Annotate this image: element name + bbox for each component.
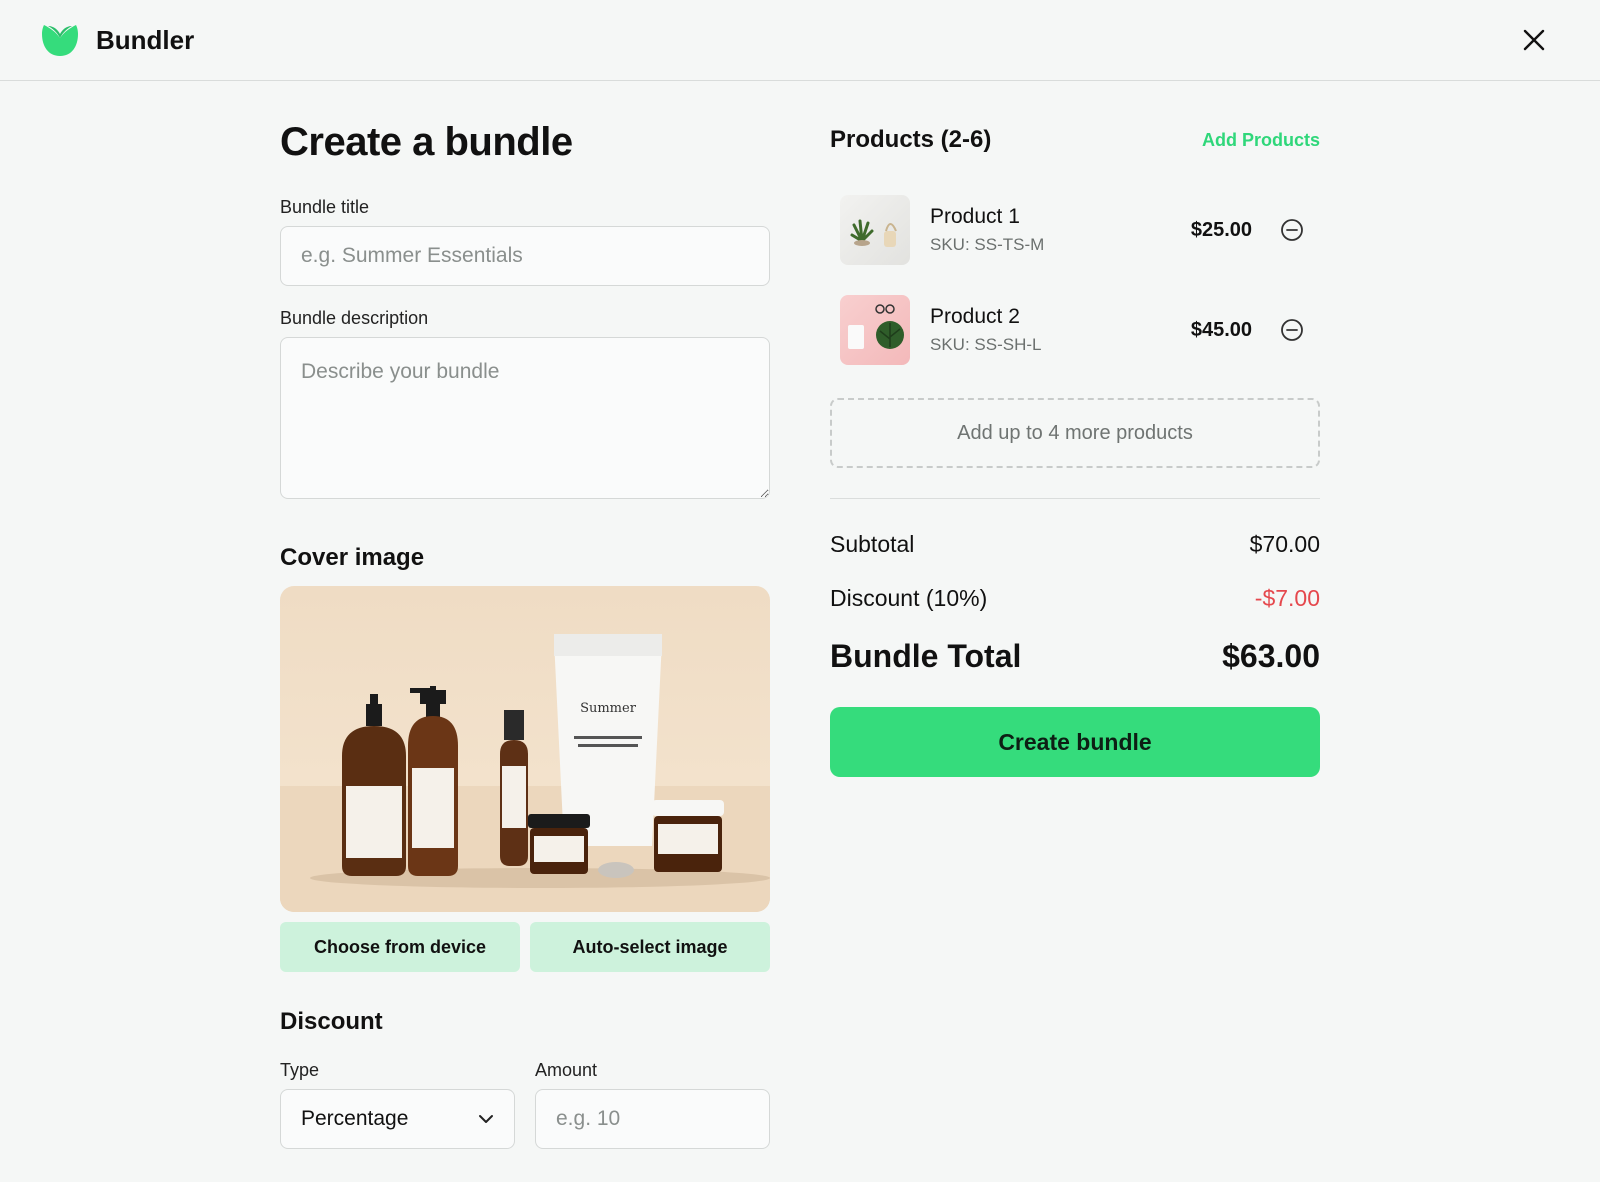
chevron-down-icon — [479, 1115, 493, 1123]
app-name: Bundler — [96, 24, 195, 55]
discount-type-field: Type Percentage — [280, 1060, 515, 1149]
discount-amount-field: Amount — [535, 1060, 770, 1149]
top-bar: Bundler — [0, 0, 1600, 81]
remove-circle-icon[interactable] — [1280, 318, 1304, 342]
discount-type-value: Percentage — [301, 1107, 409, 1130]
discount-row: Discount (10%) -$7.00 — [830, 583, 1320, 613]
product-info: Product 2 SKU: SS-SH-L — [930, 305, 1191, 355]
auto-select-image-button[interactable]: Auto-select image — [530, 922, 770, 972]
close-icon — [1523, 29, 1545, 51]
cover-image-title: Cover image — [280, 544, 425, 571]
product-row: Product 2 SKU: SS-SH-L $45.00 — [830, 280, 1320, 380]
bundle-form: Create a bundle Bundle title Bundle desc… — [280, 120, 770, 1149]
bundle-title-input[interactable] — [280, 226, 770, 286]
page-title: Create a bundle — [280, 120, 573, 164]
products-title: Products (2-6) — [830, 126, 992, 153]
subtotal-row: Subtotal $70.00 — [830, 529, 1320, 559]
add-products-link[interactable]: Add Products — [1202, 130, 1320, 151]
bundle-total-value: $63.00 — [1222, 637, 1320, 674]
discount-amount-label: Amount — [535, 1060, 598, 1080]
product-sku: SKU: SS-TS-M — [930, 235, 1045, 254]
product-name: Product 1 — [930, 205, 1020, 228]
product-sku: SKU: SS-SH-L — [930, 335, 1042, 354]
remove-circle-icon[interactable] — [1280, 218, 1304, 242]
products-header: Products (2-6) Add Products — [830, 120, 1320, 160]
bundle-description-input[interactable] — [280, 337, 770, 499]
product-price: $45.00 — [1190, 318, 1252, 341]
add-more-products-dropzone[interactable]: Add up to 4 more products — [830, 398, 1320, 468]
product-thumbnail — [840, 295, 910, 365]
cover-image-illustration: Summer — [280, 634, 770, 912]
cover-image-actions: Choose from device Auto-select image — [280, 922, 770, 972]
bundle-title-label: Bundle title — [280, 197, 370, 217]
total-row: Bundle Total $63.00 — [830, 635, 1320, 677]
choose-from-device-button[interactable]: Choose from device — [280, 922, 520, 972]
product-2-image — [848, 304, 904, 349]
leaf-logo-icon — [42, 25, 78, 56]
create-bundle-button[interactable]: Create bundle — [830, 707, 1320, 777]
brand: Bundler — [40, 22, 194, 58]
discount-title: Discount — [280, 1008, 383, 1035]
products-panel: Products (2-6) Add Products Product 1 SK… — [830, 120, 1320, 777]
discount-fields: Type Percentage Amount — [280, 1060, 770, 1149]
discount-type-label: Type — [280, 1060, 320, 1080]
discount-amount-input[interactable] — [535, 1089, 770, 1149]
subtotal-value: $70.00 — [1249, 530, 1320, 557]
product-thumbnail — [840, 195, 910, 265]
product-1-image — [850, 219, 897, 247]
bundle-description-label: Bundle description — [280, 308, 429, 328]
discount-value: -$7.00 — [1254, 584, 1320, 611]
discount-type-select[interactable]: Percentage — [280, 1089, 515, 1149]
bundle-total-label: Bundle Total — [830, 637, 1022, 674]
svg-text:Summer: Summer — [580, 701, 637, 716]
close-button[interactable] — [1516, 22, 1552, 58]
product-info: Product 1 SKU: SS-TS-M — [930, 205, 1191, 255]
discount-label: Discount (10%) — [830, 584, 988, 611]
subtotal-label: Subtotal — [830, 530, 915, 557]
product-name: Product 2 — [930, 305, 1020, 328]
summary-divider — [830, 498, 1320, 499]
product-row: Product 1 SKU: SS-TS-M $25.00 — [830, 180, 1320, 280]
cover-image: Summer — [280, 586, 770, 912]
product-price: $25.00 — [1190, 218, 1252, 241]
